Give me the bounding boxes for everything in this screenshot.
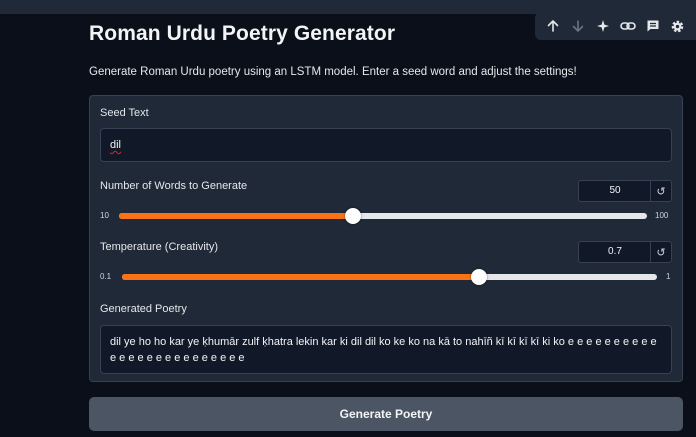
comment-icon[interactable] xyxy=(643,16,663,36)
generate-poetry-button[interactable]: Generate Poetry xyxy=(89,397,683,431)
words-reset-icon[interactable]: ↺ xyxy=(650,181,671,201)
temperature-max-label: 1 xyxy=(666,272,671,281)
gear-icon[interactable] xyxy=(668,16,688,36)
page-description: Generate Roman Urdu poetry using an LSTM… xyxy=(89,66,577,78)
temperature-slider[interactable] xyxy=(122,269,657,285)
temperature-reset-icon[interactable]: ↺ xyxy=(650,242,671,262)
sparkle-icon[interactable] xyxy=(593,16,613,36)
words-number-box[interactable]: 50 ↺ xyxy=(578,180,672,202)
temperature-slider-fill xyxy=(122,274,479,280)
generated-poetry-label: Generated Poetry xyxy=(100,303,187,315)
link-icon[interactable] xyxy=(618,16,638,36)
words-slider-fill xyxy=(119,213,354,219)
seed-text-value: dil xyxy=(110,139,122,151)
words-slider-thumb[interactable] xyxy=(345,208,362,224)
words-min-label: 10 xyxy=(100,211,109,220)
words-label: Number of Words to Generate xyxy=(100,180,248,192)
words-max-label: 100 xyxy=(655,211,669,220)
temperature-number-input[interactable]: 0.7 xyxy=(579,242,651,262)
seed-text-label: Seed Text xyxy=(100,107,149,119)
settings-panel: Seed Text dil Number of Words to Generat… xyxy=(89,95,683,382)
page-title: Roman Urdu Poetry Generator xyxy=(89,22,396,45)
arrow-down-icon[interactable] xyxy=(568,16,588,36)
arrow-up-icon[interactable] xyxy=(543,16,563,36)
generated-poetry-output[interactable]: dil ye ho ho kar ye ḳhumār zulf ḳhatra l… xyxy=(100,325,672,374)
temperature-slider-thumb[interactable] xyxy=(470,269,487,285)
seed-text-input[interactable]: dil xyxy=(100,128,672,162)
words-number-input[interactable]: 50 xyxy=(579,181,651,201)
floating-toolbar xyxy=(535,12,696,40)
temperature-min-label: 0.1 xyxy=(100,272,112,281)
words-slider[interactable] xyxy=(119,208,647,224)
temperature-label: Temperature (Creativity) xyxy=(100,241,218,253)
temperature-number-box[interactable]: 0.7 ↺ xyxy=(578,241,672,263)
